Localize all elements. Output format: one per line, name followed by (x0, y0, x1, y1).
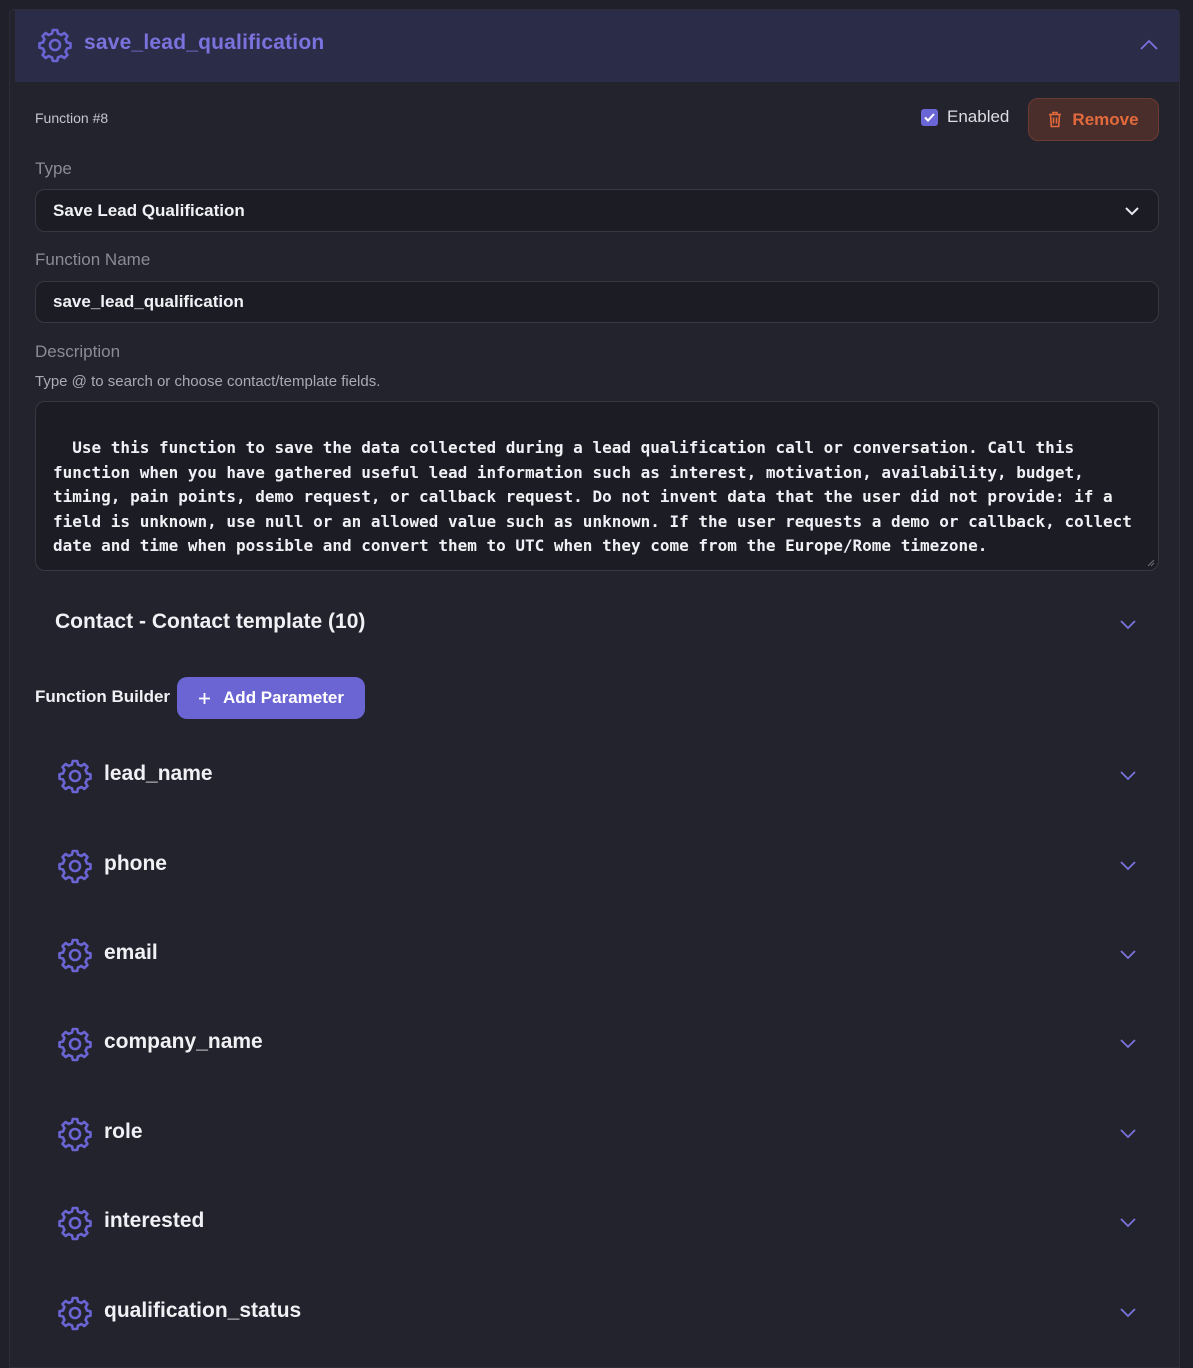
parameter-row[interactable]: email (57, 934, 1157, 974)
parameter-row[interactable]: qualification_status (57, 1292, 1157, 1332)
chevron-down-icon[interactable] (1119, 1216, 1137, 1228)
remove-button[interactable]: Remove (1028, 98, 1159, 141)
gear-icon (58, 1296, 92, 1331)
chevron-down-icon[interactable] (1119, 948, 1137, 960)
chevron-down-icon (1125, 207, 1139, 216)
enabled-toggle[interactable]: Enabled (921, 107, 1009, 127)
description-text: Use this function to save the data colle… (53, 438, 1142, 556)
gear-icon (38, 28, 72, 63)
add-parameter-button[interactable]: Add Parameter (177, 677, 365, 719)
gear-icon (58, 1206, 92, 1241)
function-builder-label: Function Builder (35, 687, 171, 706)
function-name-label: Function Name (35, 250, 151, 269)
parameter-name: qualification_status (104, 1299, 302, 1322)
parameter-name: interested (104, 1209, 205, 1232)
parameter-name: phone (104, 852, 167, 875)
parameter-name: email (104, 941, 158, 964)
gear-icon (58, 938, 92, 973)
parameter-row[interactable]: company_name (57, 1023, 1157, 1063)
remove-label: Remove (1072, 109, 1139, 129)
chevron-down-icon[interactable] (1119, 1127, 1137, 1139)
function-name-value: save_lead_qualification (53, 292, 244, 311)
contact-section-title[interactable]: Contact - Contact template (10) (55, 610, 365, 634)
type-value: Save Lead Qualification (53, 200, 245, 220)
function-header[interactable]: save_lead_qualification (15, 10, 1179, 82)
parameter-row[interactable]: phone (57, 845, 1157, 885)
gear-icon (58, 1027, 92, 1062)
plus-icon (199, 692, 211, 704)
parameter-name: company_name (104, 1030, 263, 1053)
parameter-name: lead_name (104, 762, 213, 785)
parameter-name: role (104, 1120, 143, 1143)
parameter-row[interactable]: lead_name (57, 755, 1157, 795)
chevron-down-icon[interactable] (1119, 1037, 1137, 1049)
resize-handle-icon[interactable] (1147, 559, 1155, 567)
chevron-up-icon[interactable] (1139, 37, 1159, 53)
enabled-label: Enabled (947, 107, 1010, 126)
function-title: save_lead_qualification (84, 31, 325, 54)
gear-icon (58, 849, 92, 884)
gear-icon (58, 1117, 92, 1152)
parameter-row[interactable]: role (57, 1113, 1157, 1153)
chevron-down-icon[interactable] (1119, 859, 1137, 871)
chevron-down-icon[interactable] (1119, 1306, 1137, 1318)
check-icon (924, 112, 935, 122)
chevron-down-icon[interactable] (1119, 618, 1137, 630)
description-textarea[interactable]: Use this function to save the data colle… (35, 401, 1159, 571)
add-parameter-label: Add Parameter (223, 688, 344, 707)
trash-icon (1049, 111, 1062, 128)
gear-icon (58, 759, 92, 794)
description-label: Description (35, 342, 121, 361)
function-name-input[interactable]: save_lead_qualification (35, 281, 1159, 323)
chevron-down-icon[interactable] (1119, 769, 1137, 781)
type-select[interactable]: Save Lead Qualification (35, 189, 1159, 232)
function-number: Function #8 (35, 110, 109, 126)
type-label: Type (35, 159, 72, 178)
enabled-checkbox[interactable] (921, 108, 938, 126)
description-hint: Type @ to search or choose contact/templ… (35, 373, 381, 390)
parameter-row[interactable]: interested (57, 1202, 1157, 1242)
